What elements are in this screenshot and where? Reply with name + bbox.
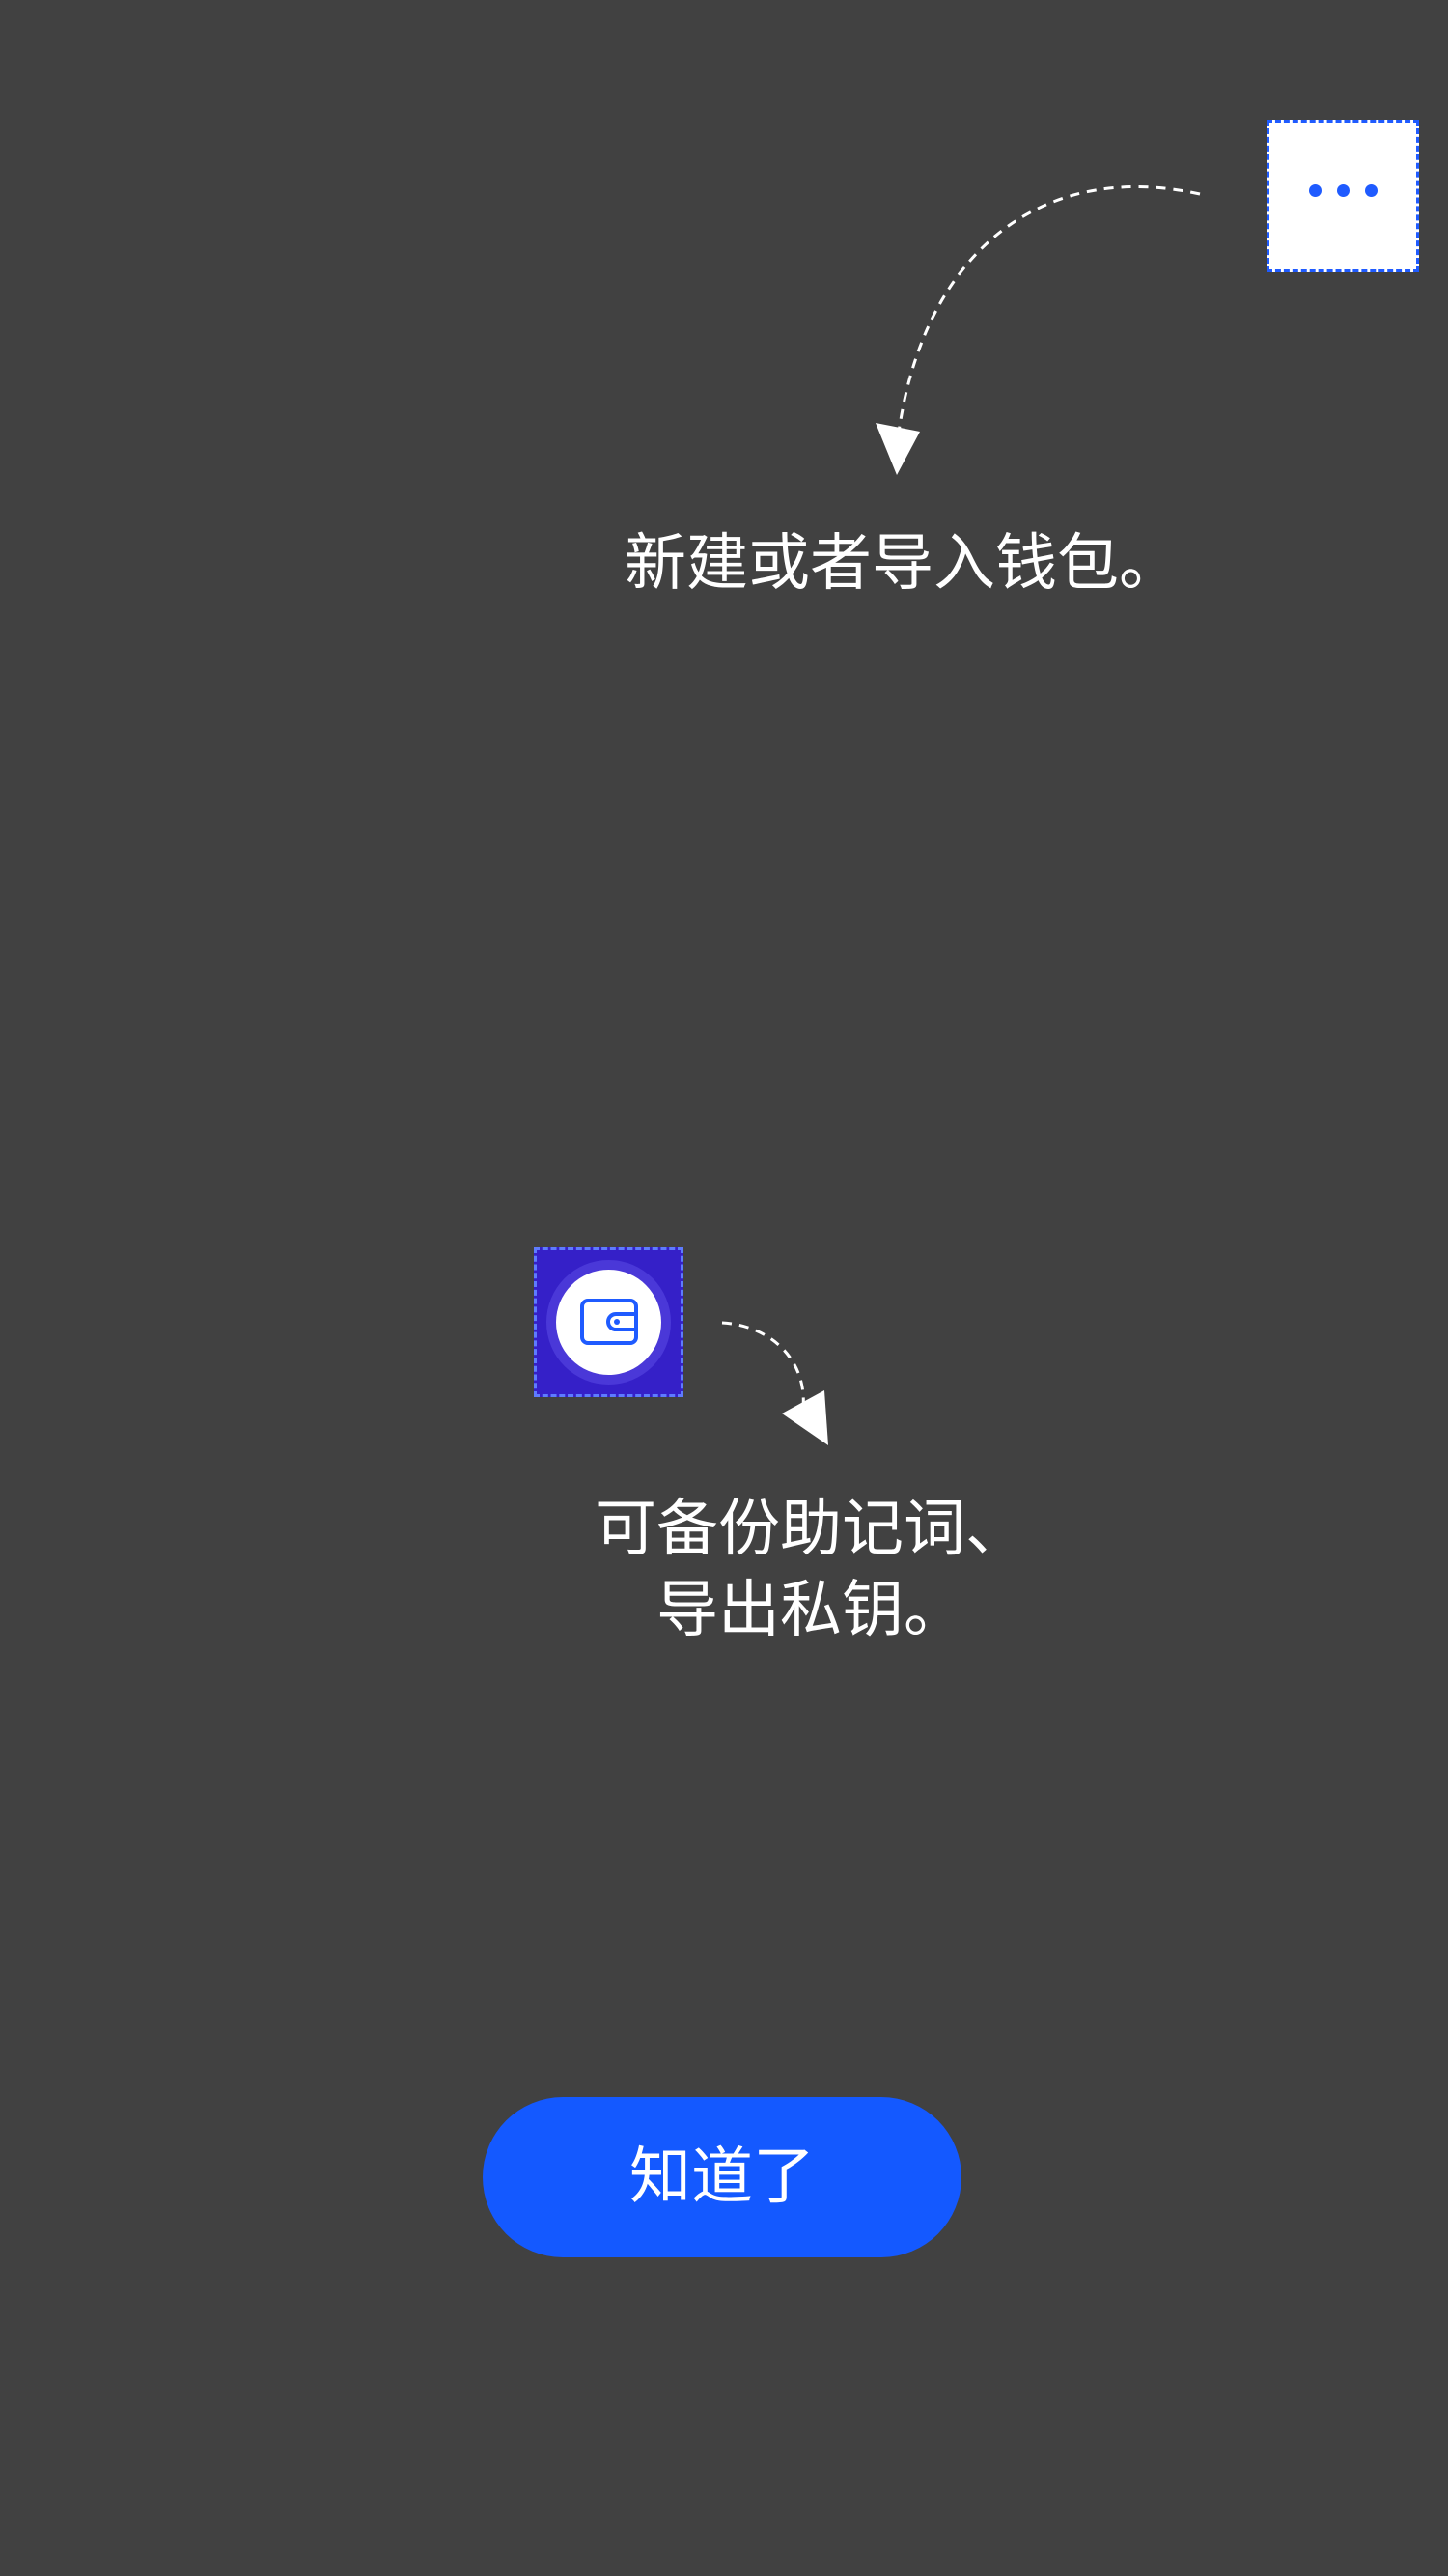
arrow-wallet-head: [782, 1390, 828, 1445]
wallet-button[interactable]: [534, 1247, 683, 1397]
arrow-more-curve: [896, 185, 1201, 440]
hint-wallet-line2: 导出私钥。: [656, 1575, 965, 1646]
hint-more-text: 新建或者导入钱包。: [625, 528, 1181, 600]
arrow-wallet-curve: [721, 1321, 805, 1409]
more-button[interactable]: [1267, 120, 1419, 272]
got-it-button[interactable]: 知道了: [483, 2097, 961, 2257]
wallet-icon-circle: [556, 1270, 661, 1375]
arrow-more-head: [876, 423, 920, 475]
hint-wallet-text: 可备份助记词、 导出私钥。: [550, 1489, 1072, 1651]
hint-wallet-line1: 可备份助记词、: [595, 1494, 1027, 1565]
more-dots-icon: [1269, 184, 1416, 197]
wallet-icon: [580, 1299, 638, 1345]
